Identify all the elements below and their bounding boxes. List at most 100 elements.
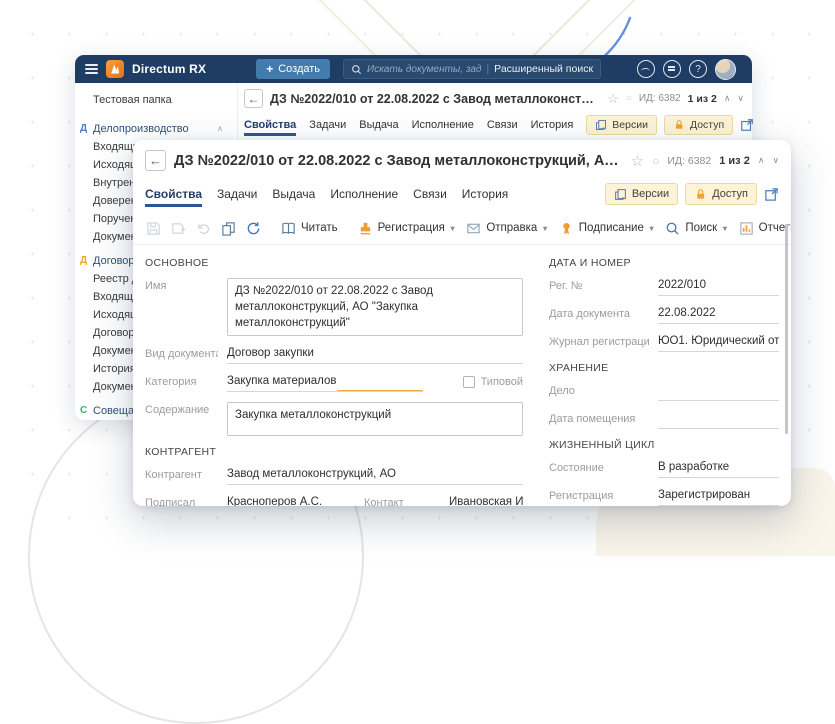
doc-date-label: Дата документа xyxy=(549,306,649,320)
versions-button[interactable]: Версии xyxy=(605,183,678,205)
typical-checkbox[interactable]: Типовой xyxy=(432,374,523,388)
tab-tasks[interactable]: Задачи xyxy=(217,187,257,201)
registration-button[interactable]: Регистрация▼ xyxy=(358,221,457,236)
chart-icon xyxy=(739,221,754,236)
name-field[interactable]: ДЗ №2022/010 от 22.08.2022 с Завод метал… xyxy=(227,278,523,336)
signed-by-field[interactable]: Красноперов А.С. xyxy=(227,495,355,506)
tab-properties[interactable]: Свойства xyxy=(145,187,202,201)
tab-tasks[interactable]: Задачи xyxy=(309,119,346,131)
checkbox-icon xyxy=(463,376,475,388)
reg-journal-field[interactable]: ЮО1. Юридический отдел_1 xyxy=(658,334,779,352)
versions-icon xyxy=(595,119,607,131)
back-button[interactable]: ← xyxy=(145,150,166,171)
state-field[interactable]: В разработке xyxy=(658,460,779,478)
subject-field[interactable]: Закупка металлоконструкций xyxy=(227,402,523,436)
chevron-up-icon[interactable]: ∧ xyxy=(217,120,223,138)
save-and-close-icon xyxy=(171,221,186,236)
access-button[interactable]: Доступ xyxy=(664,115,733,135)
advanced-search-link[interactable]: Расширенный поиск xyxy=(494,63,593,75)
section-date-number: ДАТА И НОМЕР xyxy=(549,257,779,269)
counterparty-field[interactable]: Завод металлоконструкций, АО xyxy=(227,467,523,485)
access-button[interactable]: Доступ xyxy=(685,183,757,205)
placement-date-label: Дата помещения xyxy=(549,411,649,425)
versions-button[interactable]: Версии xyxy=(586,115,657,135)
globe-icon[interactable] xyxy=(637,60,655,78)
tab-history[interactable]: История xyxy=(462,187,509,201)
read-button[interactable]: Читать xyxy=(281,221,338,236)
undo-icon xyxy=(196,221,211,236)
favorite-star-icon[interactable]: ☆ xyxy=(631,152,644,170)
tab-properties[interactable]: Свойства xyxy=(244,119,296,131)
badge-icon[interactable] xyxy=(663,60,681,78)
plus-icon: + xyxy=(266,62,273,76)
doc-kind-field[interactable]: Договор закупки xyxy=(227,346,523,364)
global-search[interactable]: | Расширенный поиск xyxy=(343,59,601,79)
open-in-window-icon[interactable] xyxy=(764,187,779,202)
tab-execution[interactable]: Исполнение xyxy=(330,187,398,201)
tab-execution[interactable]: Исполнение xyxy=(412,119,474,131)
registration-state-field[interactable]: Зарегистрирован xyxy=(658,488,779,506)
app-header: Directum RX + Создать | Расширенный поис… xyxy=(75,55,752,83)
name-label: Имя xyxy=(145,278,218,292)
sign-button[interactable]: Подписание▼ xyxy=(559,221,656,236)
chevron-down-icon: ▼ xyxy=(541,224,548,233)
pager: 1 из 2 xyxy=(719,155,750,167)
tab-issue[interactable]: Выдача xyxy=(272,187,315,201)
back-button[interactable]: ← xyxy=(244,89,263,108)
search-input[interactable] xyxy=(367,64,481,75)
chevron-down-icon[interactable]: ∨ xyxy=(737,93,744,104)
open-in-window-icon[interactable] xyxy=(740,118,754,132)
chevron-up-icon[interactable]: ∧ xyxy=(758,155,765,166)
directum-logo-icon xyxy=(106,60,124,78)
category-field[interactable]: Закупка материалов xyxy=(227,374,423,392)
tab-issue[interactable]: Выдача xyxy=(359,119,398,131)
tab-relations[interactable]: Связи xyxy=(487,119,518,131)
document-id: ИД: 6382 xyxy=(667,155,711,167)
section-storage: ХРАНЕНИЕ xyxy=(549,362,779,374)
properties-form: ОСНОВНОЕ Имя ДЗ №2022/010 от 22.08.2022 … xyxy=(145,245,779,506)
reg-no-field[interactable]: 2022/010 xyxy=(658,278,779,296)
create-button[interactable]: + Создать xyxy=(256,59,330,79)
hamburger-menu-icon[interactable] xyxy=(85,64,98,74)
folder-letter-icon: Д xyxy=(80,120,87,138)
form-left-column: ОСНОВНОЕ Имя ДЗ №2022/010 от 22.08.2022 … xyxy=(145,247,523,506)
refresh-icon[interactable] xyxy=(246,221,261,236)
vertical-scrollbar[interactable] xyxy=(785,224,788,434)
section-lifecycle: ЖИЗНЕННЫЙ ЦИКЛ xyxy=(549,439,779,451)
sidebar-item-records-management[interactable]: Д Делопроизводство ∧ xyxy=(75,120,237,138)
chevron-up-icon[interactable]: ∧ xyxy=(724,93,731,104)
copy-icon[interactable] xyxy=(221,221,236,236)
tab-history[interactable]: История xyxy=(531,119,574,131)
document-title: ДЗ №2022/010 от 22.08.2022 с Завод метал… xyxy=(174,153,623,169)
lock-icon xyxy=(694,188,707,201)
send-button[interactable]: Отправка▼ xyxy=(466,221,548,236)
reg-journal-label: Журнал регистрации xyxy=(549,334,649,348)
document-title: ДЗ №2022/010 от 22.08.2022 с Завод метал… xyxy=(270,92,600,106)
help-icon[interactable]: ? xyxy=(689,60,707,78)
case-file-field[interactable] xyxy=(658,383,779,401)
sidebar-item-test-folder[interactable]: Тестовая папка xyxy=(75,91,237,109)
status-circle-icon[interactable]: ○ xyxy=(652,154,659,168)
search-icon xyxy=(665,221,680,236)
save-icon xyxy=(146,221,161,236)
doc-date-field[interactable]: 22.08.2022 xyxy=(658,306,779,324)
lock-icon xyxy=(673,119,685,131)
tab-relations[interactable]: Связи xyxy=(413,187,447,201)
contact-field[interactable]: Ивановская И.И. xyxy=(449,495,523,506)
search-divider: | xyxy=(486,63,489,75)
state-label: Состояние xyxy=(549,460,649,474)
seal-icon xyxy=(559,221,574,236)
folder-letter-icon: Д xyxy=(80,252,87,270)
status-circle-icon[interactable]: ○ xyxy=(626,93,632,104)
versions-icon xyxy=(614,188,627,201)
chevron-down-icon[interactable]: ∨ xyxy=(772,155,779,166)
placement-date-field[interactable] xyxy=(658,411,779,429)
search-button[interactable]: Поиск▼ xyxy=(665,221,728,236)
reg-no-label: Рег. № xyxy=(549,278,649,292)
user-avatar[interactable] xyxy=(715,59,736,80)
favorite-star-icon[interactable]: ☆ xyxy=(607,91,619,107)
reports-button[interactable]: Отчеты▼ xyxy=(739,221,791,236)
section-counterparty: КОНТРАГЕНТ xyxy=(145,446,523,458)
chevron-down-icon: ▼ xyxy=(721,224,728,233)
registration-state-label: Регистрация xyxy=(549,488,649,502)
